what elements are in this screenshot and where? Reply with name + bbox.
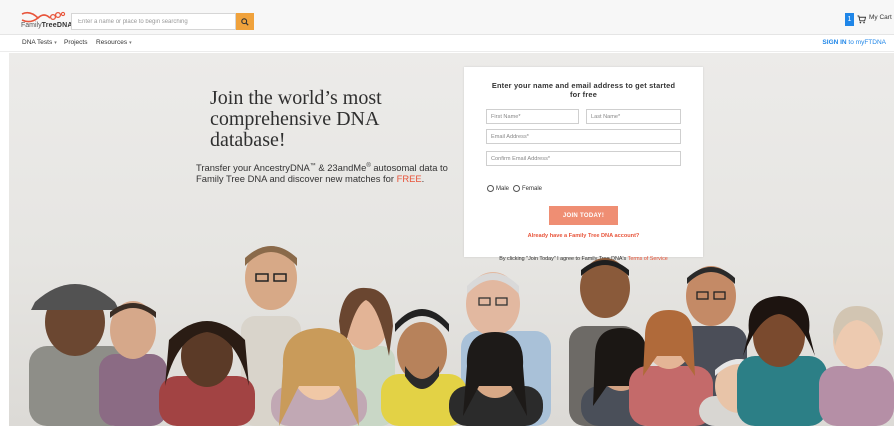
sign-in-bold: SIGN IN	[822, 39, 847, 46]
sign-in-link[interactable]: SIGN IN to myFTDNA	[822, 39, 886, 46]
email-field[interactable]	[486, 129, 681, 144]
hero-people-photo	[29, 246, 894, 426]
nav-item-label: Projects	[64, 39, 88, 46]
logo-text-bold: TreeDNA	[41, 22, 73, 29]
sign-in-rest: to myFTDNA	[846, 39, 886, 46]
top-bar: FamilyTreeDNA 1 My Cart	[0, 0, 894, 35]
cart-icon[interactable]	[857, 15, 866, 24]
female-radio[interactable]	[513, 185, 521, 192]
join-today-button[interactable]: JOIN TODAY!	[549, 206, 618, 225]
confirm-email-field[interactable]	[486, 151, 681, 166]
search-input[interactable]	[71, 13, 236, 30]
logo-wordmark: FamilyTreeDNA	[21, 22, 73, 29]
signup-form-card: Enter your name and email address to get…	[464, 67, 703, 262]
search-icon	[241, 17, 249, 26]
nav-item-resources[interactable]: Resources ▾	[96, 39, 132, 46]
free-highlight: FREE	[396, 173, 422, 185]
main-nav: DNA Tests ▾ Projects Resources ▾ SIGN IN t…	[0, 35, 894, 52]
cart-link[interactable]: My Cart	[869, 14, 892, 21]
last-name-field[interactable]	[586, 109, 681, 124]
chevron-down-icon: ▾	[54, 40, 57, 46]
nav-item-projects[interactable]: Projects	[64, 39, 87, 46]
nav-item-label: Resources	[96, 39, 128, 46]
hero-section: Join the world’s most comprehensive DNA …	[9, 53, 894, 426]
cart-count-badge[interactable]: 1	[845, 13, 854, 26]
person-front-10	[737, 296, 827, 426]
person-front-11	[819, 306, 894, 426]
chevron-down-icon: ▾	[129, 40, 132, 46]
gender-radio-group: Male Female	[487, 185, 542, 192]
male-label: Male	[496, 185, 510, 192]
hero-headline: Join the world’s most comprehensive DNA …	[210, 87, 382, 151]
search-button[interactable]	[236, 13, 254, 30]
first-name-field[interactable]	[486, 109, 579, 124]
subtext-part2: & 23andMe	[315, 162, 367, 174]
person-front-2	[99, 301, 167, 426]
logo-text-light: Family	[21, 22, 42, 29]
subtext-part1: Transfer your AncestryDNA	[196, 162, 310, 174]
female-label: Female	[522, 185, 543, 192]
nav-item-label: DNA Tests	[22, 39, 53, 46]
hero-subtext: Transfer your AncestryDNA™ & 23andMe® au…	[196, 161, 456, 184]
subtext-end: .	[421, 173, 425, 185]
male-radio[interactable]	[487, 185, 494, 192]
form-title: Enter your name and email address to get…	[491, 81, 676, 99]
person-front-3	[159, 321, 255, 426]
nav-item-dna-tests[interactable]: DNA Tests ▾	[22, 39, 57, 46]
